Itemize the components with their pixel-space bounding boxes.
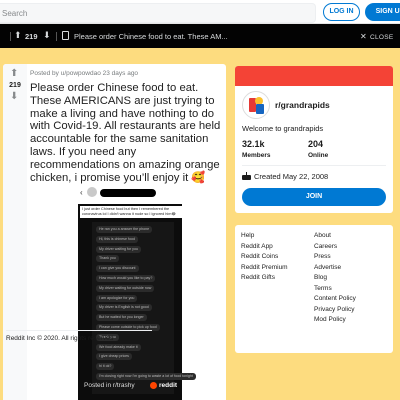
close-label: CLOSE [370,34,394,41]
icon-shape [246,172,247,175]
footer-link[interactable]: Blog [314,274,327,281]
text-post-icon [62,31,69,40]
footer-links-card: Help Reddit App Reddit Coins Reddit Premium… [235,225,393,353]
top-header: Search LOG IN SIGN UP [0,0,400,24]
redacted-name [100,189,156,197]
copyright-text: Reddit Inc © 2020. All rights reserved [6,335,114,342]
divider [56,32,57,41]
created-date: Created May 22, 2008 [254,172,329,181]
subreddit-icon[interactable] [242,91,270,119]
image-header: ‹ [78,186,182,204]
close-icon[interactable]: ✕ [360,32,367,41]
divider [242,165,386,166]
footer-link[interactable]: Content Policy [314,295,356,302]
footer-link[interactable]: Advertise [314,264,341,271]
login-button[interactable]: LOG IN [323,3,360,21]
online-count: 204 [308,139,324,149]
footer-link[interactable]: About [314,232,331,239]
icon-shape [242,175,251,180]
image-message: I just order Chinese food but then I rem… [80,206,182,218]
icon-shape [256,104,264,114]
banner-score: 219 [25,32,38,41]
upvote-icon[interactable]: ⬆ [10,68,18,79]
join-button[interactable]: JOIN [242,188,386,206]
chat-bubble: He ran you a answer the phone [96,226,153,233]
post-score: 219 [9,82,21,89]
chat-bubble: How much would you like to pay? [96,275,156,282]
chat-bubble: I am apologize for you [96,294,138,302]
online-label: Online [308,152,329,159]
footer-link[interactable]: Reddit Gifts [241,274,275,281]
divider [6,330,152,331]
footer-link[interactable]: Terms [314,285,332,292]
members-count: 32.1k [242,139,265,149]
chat-bubble: But he waited for you longer [96,314,147,322]
chat-bubble: I'm closing right now I'm going to waste… [96,373,196,380]
divider [10,32,11,41]
post-banner: ⬆ 219 ⬇ Please order Chinese food to eat… [0,24,400,48]
downvote-icon[interactable]: ⬇ [43,30,51,41]
chat-bubble: I give cheap prices [96,353,132,361]
chat-screenshot: He ran you a answer the phone Hi, this is… [92,222,196,394]
posted-in-label: Posted in r/trashy [84,382,135,389]
subreddit-card: r/grandrapids Welcome to grandrapids 32.… [235,66,393,213]
banner-title: Please order Chinese food to eat. These … [74,32,228,41]
chat-bubble: Thank you [96,255,119,263]
chat-bubble: My driver is English is not good [96,304,152,312]
footer-link[interactable]: Reddit App [241,243,273,250]
footer-link[interactable]: Reddit Premium [241,264,288,271]
avatar [87,187,97,197]
chat-bubble: I can give you discount [96,265,139,273]
subreddit-banner [235,66,393,86]
upvote-icon[interactable]: ⬆ [14,30,22,41]
close-button[interactable]: ✕ CLOSE [360,32,394,41]
downvote-icon[interactable]: ⬇ [10,91,18,102]
back-icon: ‹ [80,188,83,197]
members-label: Members [242,152,271,159]
reddit-wordmark: reddit [159,382,178,389]
subreddit-name[interactable]: r/grandrapids [275,100,330,110]
vote-column: ⬆ 219 ⬇ [3,64,27,400]
post-meta: Posted by u/powpowdao 23 days ago [30,70,139,77]
chat-bubble: My driver waiting for you [96,245,141,253]
cake-icon [242,172,251,180]
footer-link[interactable]: Privacy Policy [314,306,354,313]
chat-bubble: We food already make it [96,343,141,351]
chat-bubble: My driver waiting for outside now [96,284,155,292]
post-image[interactable]: ‹ I just order Chinese food but then I r… [78,186,196,400]
chat-bubble: Hi, this is chinese food [96,235,138,243]
post-title[interactable]: Please order Chinese food to eat. These … [30,82,224,184]
search-input[interactable]: Search [0,3,316,23]
footer-link[interactable]: Help [241,232,254,239]
footer-link[interactable]: Press [314,253,331,260]
footer-link[interactable]: Mod Policy [314,316,346,323]
reddit-logo-icon [150,382,157,389]
subreddit-description: Welcome to grandrapids [242,124,324,133]
footer-link[interactable]: Reddit Coins [241,253,278,260]
signup-button[interactable]: SIGN UP [365,3,400,21]
chat-bubble: hi it ok? [96,363,115,371]
footer-link[interactable]: Careers [314,243,337,250]
